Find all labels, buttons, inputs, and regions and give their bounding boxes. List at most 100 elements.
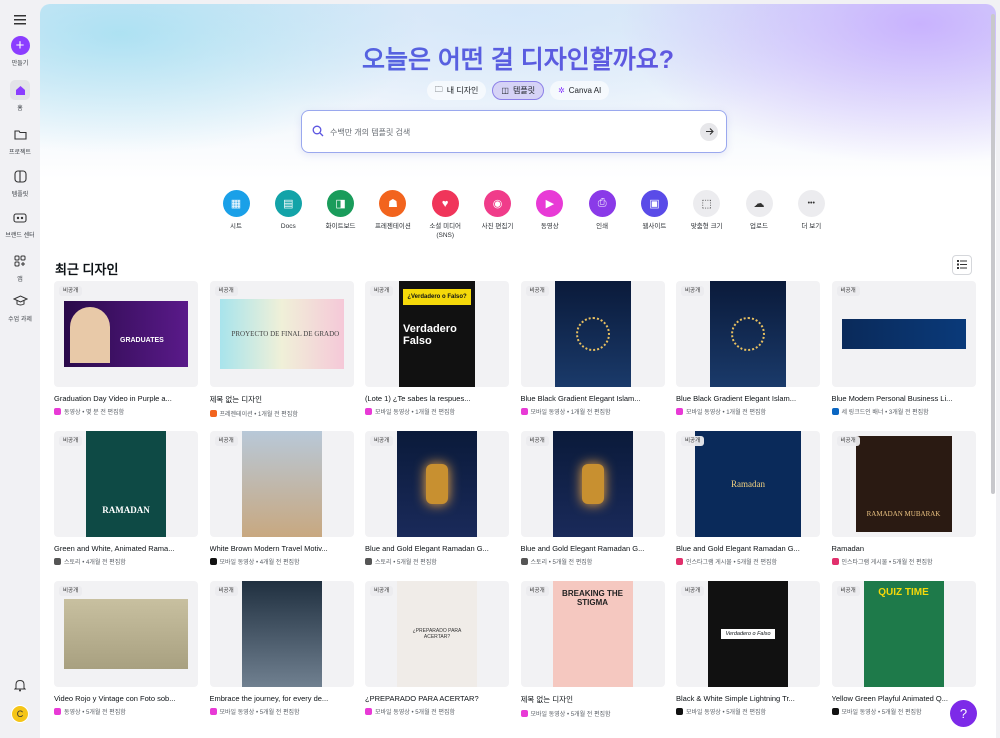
apps-icon [10,251,30,271]
design-card[interactable]: 비공개 White Brown Modern Travel Motiv... 모바일… [209,431,354,566]
avatar[interactable]: C [0,705,40,723]
design-meta-text: 모바일 동영상 • 1개월 전 편집함 [530,410,611,416]
more-icon: ••• [797,190,825,217]
category-camera[interactable]: ◉ 사진 편집기 [472,190,524,231]
design-card[interactable]: 비공개 ¿PREPARADO PARA ACERTAR? ¿PREPARADO PA… [365,581,509,716]
design-title[interactable]: Blue Black Gradient Elegant Islam... [676,394,814,403]
design-title[interactable]: Blue Modern Personal Business Li... [832,394,970,403]
design-thumbnail[interactable]: 비공개 QUIZ TIME [831,581,976,687]
design-card[interactable]: 비공개 RAMADAN MUBARAK Ramadan 인스타그램 게시물 • 5개월… [831,431,976,566]
design-title[interactable]: 제목 없는 디자인 [521,694,659,705]
design-card[interactable]: 비공개 BREAKING THE STIGMA 제목 없는 디자인 모바일 동영상 •… [520,581,665,718]
tab-my-designs[interactable]: 🗀 내 디자인 [426,81,487,100]
design-title[interactable]: 제목 없는 디자인 [210,394,348,405]
category-heart[interactable]: ♥ 소셜 미디어 (SNS) [419,190,471,240]
design-title[interactable]: Blue and Gold Elegant Ramadan G... [521,544,659,553]
design-title[interactable]: Yellow Green Playful Animated Q... [832,694,970,703]
notifications-button[interactable] [0,675,40,695]
category-print[interactable]: ⎙ 인쇄 [576,190,628,231]
sidebar-item-home[interactable]: 홈 [0,80,40,112]
design-meta: 세 링크드인 배너 • 3개월 전 편집함 [831,407,976,416]
design-card[interactable]: 비공개 QUIZ TIME Yellow Green Playful Animate… [831,581,976,716]
create-button[interactable]: + 만들기 [0,36,40,67]
design-thumbnail[interactable]: 비공개 GRADUATES [54,281,198,387]
table-icon: ▦ [222,190,250,217]
design-meta: 스토리 • 5개월 전 편집함 [365,557,509,566]
design-thumbnail[interactable]: 비공개 ¿Verdadero o Falso? Verdadero Falso [365,281,509,387]
design-card[interactable]: 비공개 ¿Verdadero o Falso? Verdadero Falso (Lo… [365,281,509,416]
design-thumbnail[interactable]: 비공개 [209,431,354,537]
design-thumbnail[interactable]: 비공개 [54,581,198,687]
category-upload[interactable]: ☁ 업로드 [733,190,785,231]
menu-button[interactable] [0,10,40,30]
design-title[interactable]: Ramadan [832,544,970,553]
tab-templates[interactable]: ◫ 템플릿 [492,81,545,100]
design-card[interactable]: 비공개 GRADUATES Graduation Day Video in Purp… [54,281,198,416]
help-button[interactable]: ? [950,700,977,727]
design-card[interactable]: 비공개 Blue and Gold Elegant Ramadan G... 스토리… [520,431,665,566]
category-website[interactable]: ▣ 웹사이트 [628,190,680,231]
design-title[interactable]: Blue and Gold Elegant Ramadan G... [365,544,503,553]
design-type-icon [54,708,61,715]
scrollbar[interactable] [991,14,995,494]
design-title[interactable]: (Lote 1) ¿Te sabes la respues... [365,394,503,403]
visibility-badge: 비공개 [370,286,394,296]
design-title[interactable]: Blue Black Gradient Elegant Islam... [521,394,659,403]
design-card[interactable]: 비공개 Blue Black Gradient Elegant Islam... 모… [520,281,665,416]
category-video[interactable]: ▶ 동영상 [524,190,576,231]
template-icon [10,166,30,186]
design-thumbnail[interactable]: 비공개 [209,581,354,687]
category-more[interactable]: ••• 더 보기 [785,190,837,231]
design-title[interactable]: ¿PREPARADO PARA ACERTAR? [365,694,503,703]
design-thumbnail[interactable]: 비공개 Ramadan [676,431,820,537]
arrow-right-icon [705,123,714,141]
sidebar-item-projects[interactable]: 프로젝트 [0,124,40,156]
design-card[interactable]: 비공개 RAMADAN Green and White, Animated Rama… [54,431,198,566]
design-card[interactable]: 비공개 Verdadero o Falso Black & White Simple… [676,581,820,716]
search-input[interactable] [330,125,670,139]
thumbnail-art [552,431,633,537]
design-title[interactable]: Embrace the journey, for every de... [210,694,348,703]
sidebar-item-templates[interactable]: 템플릿 [0,166,40,198]
design-thumbnail[interactable]: 비공개 [365,431,509,537]
design-thumbnail[interactable]: 비공개 RAMADAN MUBARAK [831,431,976,537]
presentation-icon: ☗ [379,190,407,217]
category-resize[interactable]: ⬚ 맞춤형 크기 [681,190,733,231]
design-thumbnail[interactable]: 비공개 [520,431,665,537]
design-card[interactable]: 비공개 Embrace the journey, for every de... 모… [209,581,354,716]
sidebar-item-assignments[interactable]: 수업 과제 [0,291,40,323]
main-content: 오늘은 어떤 걸 디자인할까요? 🗀 내 디자인 ◫ 템플릿 ✲ Canva A… [40,4,996,738]
category-table[interactable]: ▦ 시트 [210,190,262,231]
design-thumbnail[interactable]: 비공개 [520,281,665,387]
design-thumbnail[interactable]: 비공개 Verdadero o Falso [676,581,820,687]
design-card[interactable]: 비공개 PROYECTO DE FINAL DE GRADO 제목 없는 디자인프레… [209,281,354,418]
list-view-toggle[interactable] [952,255,972,275]
design-card[interactable]: 비공개 Blue Black Gradient Elegant Islam... 모… [676,281,820,416]
design-title[interactable]: Green and White, Animated Rama... [54,544,192,553]
design-card[interactable]: 비공개 Blue and Gold Elegant Ramadan G... 스토리… [365,431,509,566]
category-whiteboard[interactable]: ◨ 화이트보드 [315,190,367,231]
sidebar-item-brand[interactable]: 브랜드 센터 [0,207,40,239]
design-thumbnail[interactable]: 비공개 BREAKING THE STIGMA [520,581,665,687]
tab-canva-ai[interactable]: ✲ Canva AI [550,81,610,100]
design-title[interactable]: Video Rojo y Vintage con Foto sob... [54,694,192,703]
sidebar-item-apps[interactable]: 앱 [0,251,40,283]
design-thumbnail[interactable]: 비공개 [831,281,976,387]
design-thumbnail[interactable]: 비공개 [676,281,820,387]
design-title[interactable]: Blue and Gold Elegant Ramadan G... [676,544,814,553]
design-card[interactable]: 비공개 Video Rojo y Vintage con Foto sob... 동… [54,581,198,716]
design-title[interactable]: Graduation Day Video in Purple a... [54,394,192,403]
design-meta-text: 스토리 • 5개월 전 편집함 [375,560,437,566]
category-docs[interactable]: ▤ Docs [262,190,314,231]
design-card[interactable]: 비공개 Blue Modern Personal Business Li... 세 … [831,281,976,416]
design-thumbnail[interactable]: 비공개 PROYECTO DE FINAL DE GRADO [209,281,354,387]
design-title[interactable]: Black & White Simple Lightning Tr... [676,694,814,703]
design-card[interactable]: 비공개 Ramadan Blue and Gold Elegant Ramadan … [676,431,820,566]
design-title[interactable]: White Brown Modern Travel Motiv... [210,544,348,553]
category-label: 프레젠테이션 [374,223,411,230]
category-presentation[interactable]: ☗ 프레젠테이션 [367,190,419,231]
search-submit-button[interactable] [700,123,718,141]
design-thumbnail[interactable]: 비공개 ¿PREPARADO PARA ACERTAR? [365,581,509,687]
design-meta: 프레젠테이션 • 1개월 전 편집함 [209,409,354,418]
design-thumbnail[interactable]: 비공개 RAMADAN [54,431,198,537]
